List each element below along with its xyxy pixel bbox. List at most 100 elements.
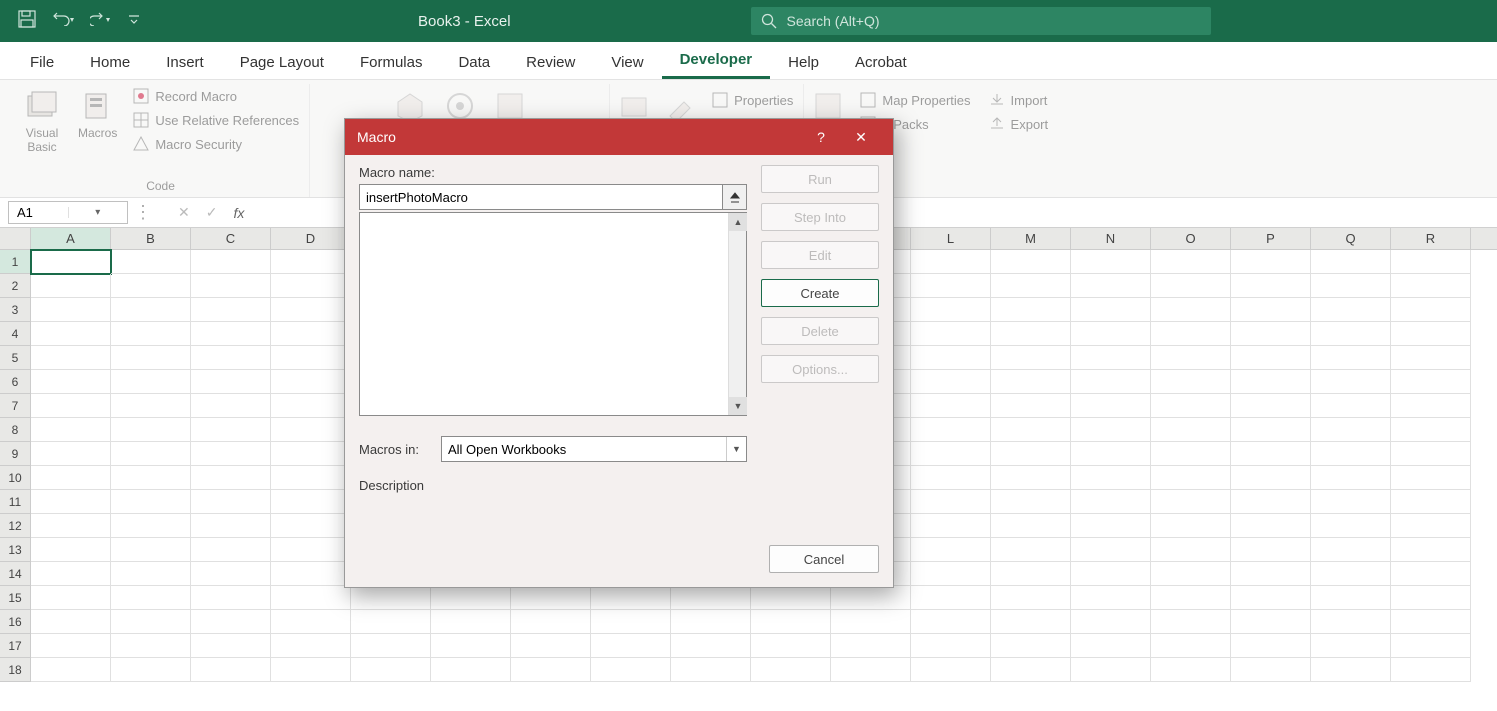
row-header[interactable]: 11 [0, 490, 31, 514]
use-relative-button[interactable]: Use Relative References [129, 110, 303, 130]
cell[interactable] [1151, 418, 1231, 442]
properties-button[interactable]: Properties [708, 90, 797, 110]
cell[interactable] [111, 394, 191, 418]
cell[interactable] [111, 658, 191, 682]
cell[interactable] [191, 466, 271, 490]
cell[interactable] [191, 274, 271, 298]
export-button[interactable]: Export [985, 114, 1053, 134]
cell[interactable] [1231, 370, 1311, 394]
cell[interactable] [911, 298, 991, 322]
cell[interactable] [271, 274, 351, 298]
cell[interactable] [1231, 562, 1311, 586]
cell[interactable] [911, 442, 991, 466]
row-header[interactable]: 13 [0, 538, 31, 562]
cell[interactable] [1231, 514, 1311, 538]
cell[interactable] [991, 346, 1071, 370]
cell[interactable] [1071, 274, 1151, 298]
row-header[interactable]: 18 [0, 658, 31, 682]
cell[interactable] [31, 634, 111, 658]
cell[interactable] [1231, 442, 1311, 466]
cell[interactable] [111, 514, 191, 538]
cell[interactable] [1231, 634, 1311, 658]
cell[interactable] [1071, 490, 1151, 514]
record-macro-button[interactable]: Record Macro [129, 86, 303, 106]
cell[interactable] [31, 322, 111, 346]
cell[interactable] [31, 562, 111, 586]
listbox-scrollbar[interactable]: ▲ ▼ [728, 213, 746, 415]
cell[interactable] [1311, 490, 1391, 514]
cell[interactable] [111, 610, 191, 634]
undo-icon[interactable] [52, 12, 74, 31]
tab-home[interactable]: Home [72, 46, 148, 79]
cell[interactable] [1391, 442, 1471, 466]
cell[interactable] [1151, 298, 1231, 322]
cell[interactable] [991, 466, 1071, 490]
cell[interactable] [31, 466, 111, 490]
redo-icon[interactable] [90, 12, 112, 31]
cell[interactable] [1391, 658, 1471, 682]
cell[interactable] [191, 634, 271, 658]
cell[interactable] [991, 418, 1071, 442]
cell[interactable] [1151, 394, 1231, 418]
column-header[interactable]: L [911, 228, 991, 249]
cell[interactable] [911, 370, 991, 394]
cell[interactable] [191, 394, 271, 418]
column-header[interactable]: O [1151, 228, 1231, 249]
cell[interactable] [31, 274, 111, 298]
cell[interactable] [1151, 346, 1231, 370]
cell[interactable] [1311, 538, 1391, 562]
cell[interactable] [1151, 658, 1231, 682]
cell[interactable] [1391, 274, 1471, 298]
row-header[interactable]: 3 [0, 298, 31, 322]
cell[interactable] [191, 370, 271, 394]
cell[interactable] [431, 586, 511, 610]
cell[interactable] [271, 250, 351, 274]
cell[interactable] [271, 538, 351, 562]
cell[interactable] [911, 490, 991, 514]
cell[interactable] [31, 418, 111, 442]
tab-page-layout[interactable]: Page Layout [222, 46, 342, 79]
cell[interactable] [1231, 298, 1311, 322]
cell[interactable] [351, 634, 431, 658]
fx-icon[interactable]: fx [233, 205, 244, 221]
row-header[interactable]: 7 [0, 394, 31, 418]
cell[interactable] [271, 418, 351, 442]
cell[interactable] [991, 274, 1071, 298]
cell[interactable] [991, 322, 1071, 346]
cell[interactable] [1151, 490, 1231, 514]
cell[interactable] [1071, 322, 1151, 346]
cell[interactable] [911, 250, 991, 274]
row-header[interactable]: 16 [0, 610, 31, 634]
cell[interactable] [31, 658, 111, 682]
cell[interactable] [1391, 490, 1471, 514]
cell[interactable] [911, 634, 991, 658]
cell[interactable] [431, 634, 511, 658]
cell[interactable] [111, 418, 191, 442]
row-header[interactable]: 15 [0, 586, 31, 610]
edit-button[interactable]: Edit [761, 241, 879, 269]
name-box[interactable]: A1 ▾ [8, 201, 128, 224]
cell[interactable] [671, 586, 751, 610]
cell[interactable] [111, 442, 191, 466]
cell[interactable] [991, 514, 1071, 538]
cell[interactable] [1231, 466, 1311, 490]
cell[interactable] [111, 538, 191, 562]
cell[interactable] [1391, 394, 1471, 418]
cell[interactable] [1391, 514, 1471, 538]
cell[interactable] [911, 610, 991, 634]
cell[interactable] [191, 610, 271, 634]
scroll-up-icon[interactable]: ▲ [729, 213, 747, 231]
row-header[interactable]: 2 [0, 274, 31, 298]
cell[interactable] [1151, 610, 1231, 634]
cell[interactable] [271, 394, 351, 418]
row-header[interactable]: 6 [0, 370, 31, 394]
row-header[interactable]: 12 [0, 514, 31, 538]
cell[interactable] [31, 538, 111, 562]
cell[interactable] [111, 250, 191, 274]
cell[interactable] [271, 346, 351, 370]
cell[interactable] [1071, 586, 1151, 610]
cell[interactable] [271, 370, 351, 394]
cell[interactable] [1231, 418, 1311, 442]
namebox-expand-icon[interactable]: ⋮ [134, 202, 148, 223]
cell[interactable] [991, 658, 1071, 682]
